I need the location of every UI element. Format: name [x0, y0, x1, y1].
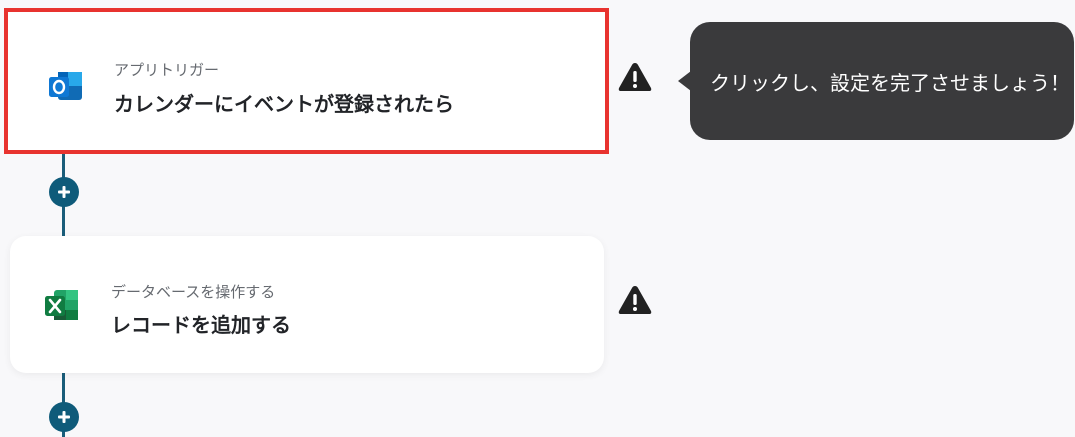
step-card-action[interactable]: データベースを操作する レコードを追加する	[10, 236, 604, 373]
step-title: カレンダーにイベントが登録されたら	[114, 92, 454, 116]
warning-icon	[618, 286, 652, 314]
warning-icon	[618, 63, 652, 91]
step-type-label: アプリトリガー	[114, 61, 220, 79]
plus-icon	[58, 411, 70, 423]
flow-canvas: アプリトリガー カレンダーにイベントが登録されたら データベースを操作する レコ…	[0, 0, 1075, 437]
outlook-icon	[49, 72, 82, 100]
plus-icon	[58, 186, 70, 198]
excel-icon	[45, 290, 78, 320]
step-title: レコードを追加する	[111, 313, 291, 337]
add-step-button[interactable]	[49, 177, 79, 207]
add-step-button[interactable]	[49, 402, 79, 432]
step-type-label: データベースを操作する	[111, 283, 276, 301]
setup-tooltip: クリックし、設定を完了させましょう！	[690, 22, 1074, 140]
step-card-trigger[interactable]: アプリトリガー カレンダーにイベントが登録されたら	[4, 8, 609, 154]
tooltip-text: クリックし、設定を完了させましょう！	[710, 70, 1070, 95]
